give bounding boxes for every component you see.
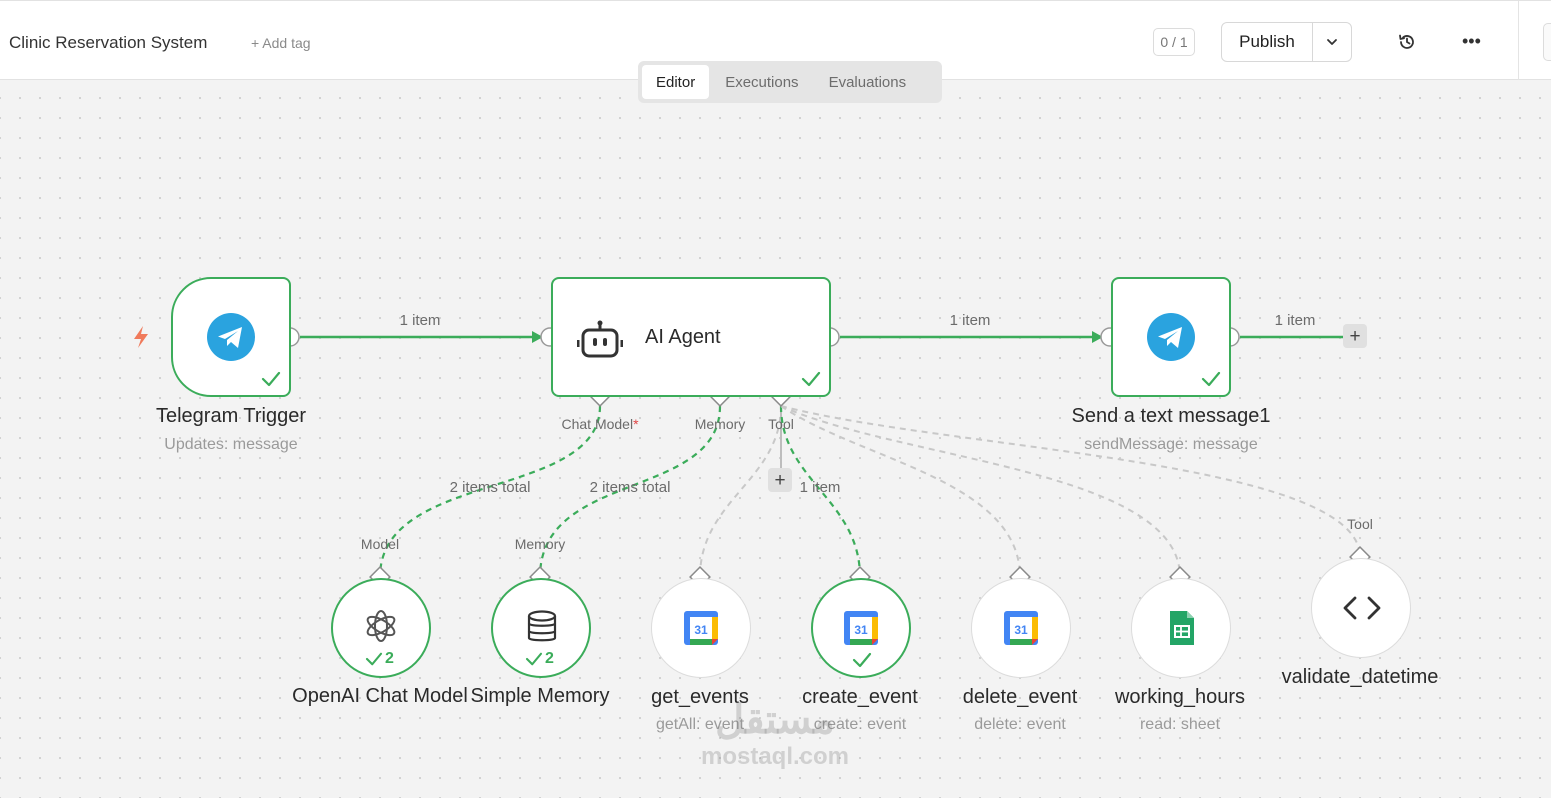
tool-port-label: Tool [768,416,794,432]
working-hours-node[interactable] [1131,578,1231,678]
svg-text:31: 31 [1014,623,1028,637]
create-event-node[interactable]: 31 [811,578,911,678]
send-message-node[interactable] [1111,277,1231,397]
check-icon [852,652,872,668]
model-input-label: Model [360,536,400,552]
edge-label-chat-model: 2 items total [449,479,531,496]
add-tool-button[interactable]: + [768,468,792,492]
edge-label-send-out: 1 item [1274,312,1316,329]
telegram-trigger-title: Telegram Trigger [155,405,307,427]
watermark-arabic: مستقل [715,698,835,742]
google-calendar-icon: 31 [1004,611,1038,645]
delete-event-title: delete_event [962,686,1078,708]
simple-memory-title: Simple Memory [470,685,610,707]
tool-input-label: Tool [1347,516,1373,532]
edge-label-memory: 2 items total [589,479,671,496]
watermark: مستقل mostaql.com [680,700,870,774]
check-icon [1201,371,1221,387]
memory-input-label: Memory [514,536,566,552]
simple-memory-node[interactable]: 2 [491,578,591,678]
svg-text:31: 31 [694,623,708,637]
check-icon [261,371,281,387]
run-count-badge: 2 [365,650,394,668]
send-message-subtitle: sendMessage: message [1084,436,1258,453]
google-calendar-icon: 31 [684,611,718,645]
google-calendar-icon: 31 [844,611,878,645]
working-hours-title: working_hours [1114,686,1246,708]
telegram-icon [207,313,255,361]
code-icon [1343,596,1381,620]
get-events-node[interactable]: 31 [651,578,751,678]
edge-working-hours [780,405,1181,578]
edge-label-agent-send: 1 item [949,312,991,329]
ai-agent-title: AI Agent [645,326,721,348]
openai-chat-model-node[interactable]: 2 [331,578,431,678]
working-hours-subtitle: read: sheet [1139,716,1221,733]
telegram-trigger-node[interactable] [171,277,291,397]
check-icon [525,652,543,666]
edge-validate [780,405,1361,558]
google-sheets-icon [1170,611,1194,645]
memory-port-label: Memory [694,416,746,432]
telegram-icon [1147,313,1195,361]
trigger-bolt-icon [134,326,148,348]
robot-icon [577,320,623,358]
watermark-latin: mostaql.com [700,743,850,770]
openai-icon [366,610,396,642]
delete-event-node[interactable]: 31 [971,578,1071,678]
validate-datetime-title: validate_datetime [1281,666,1439,688]
check-icon [801,371,821,387]
ai-agent-node[interactable]: AI Agent [551,277,831,397]
check-icon [365,652,383,666]
openai-title: OpenAI Chat Model [292,685,468,707]
database-icon [527,610,557,642]
svg-text:31: 31 [854,623,868,637]
edge-label-tool: 1 item [799,479,841,496]
validate-datetime-node[interactable] [1311,558,1411,658]
run-count-badge: 2 [525,650,554,668]
edge-label-trigger-agent: 1 item [399,312,441,329]
chat-model-port-label: Chat Model* [561,416,639,432]
delete-event-subtitle: delete: event [974,716,1066,733]
telegram-trigger-subtitle: Updates: message [164,436,298,453]
send-message-title: Send a text message1 [1071,405,1271,427]
add-node-button[interactable]: + [1343,324,1367,348]
